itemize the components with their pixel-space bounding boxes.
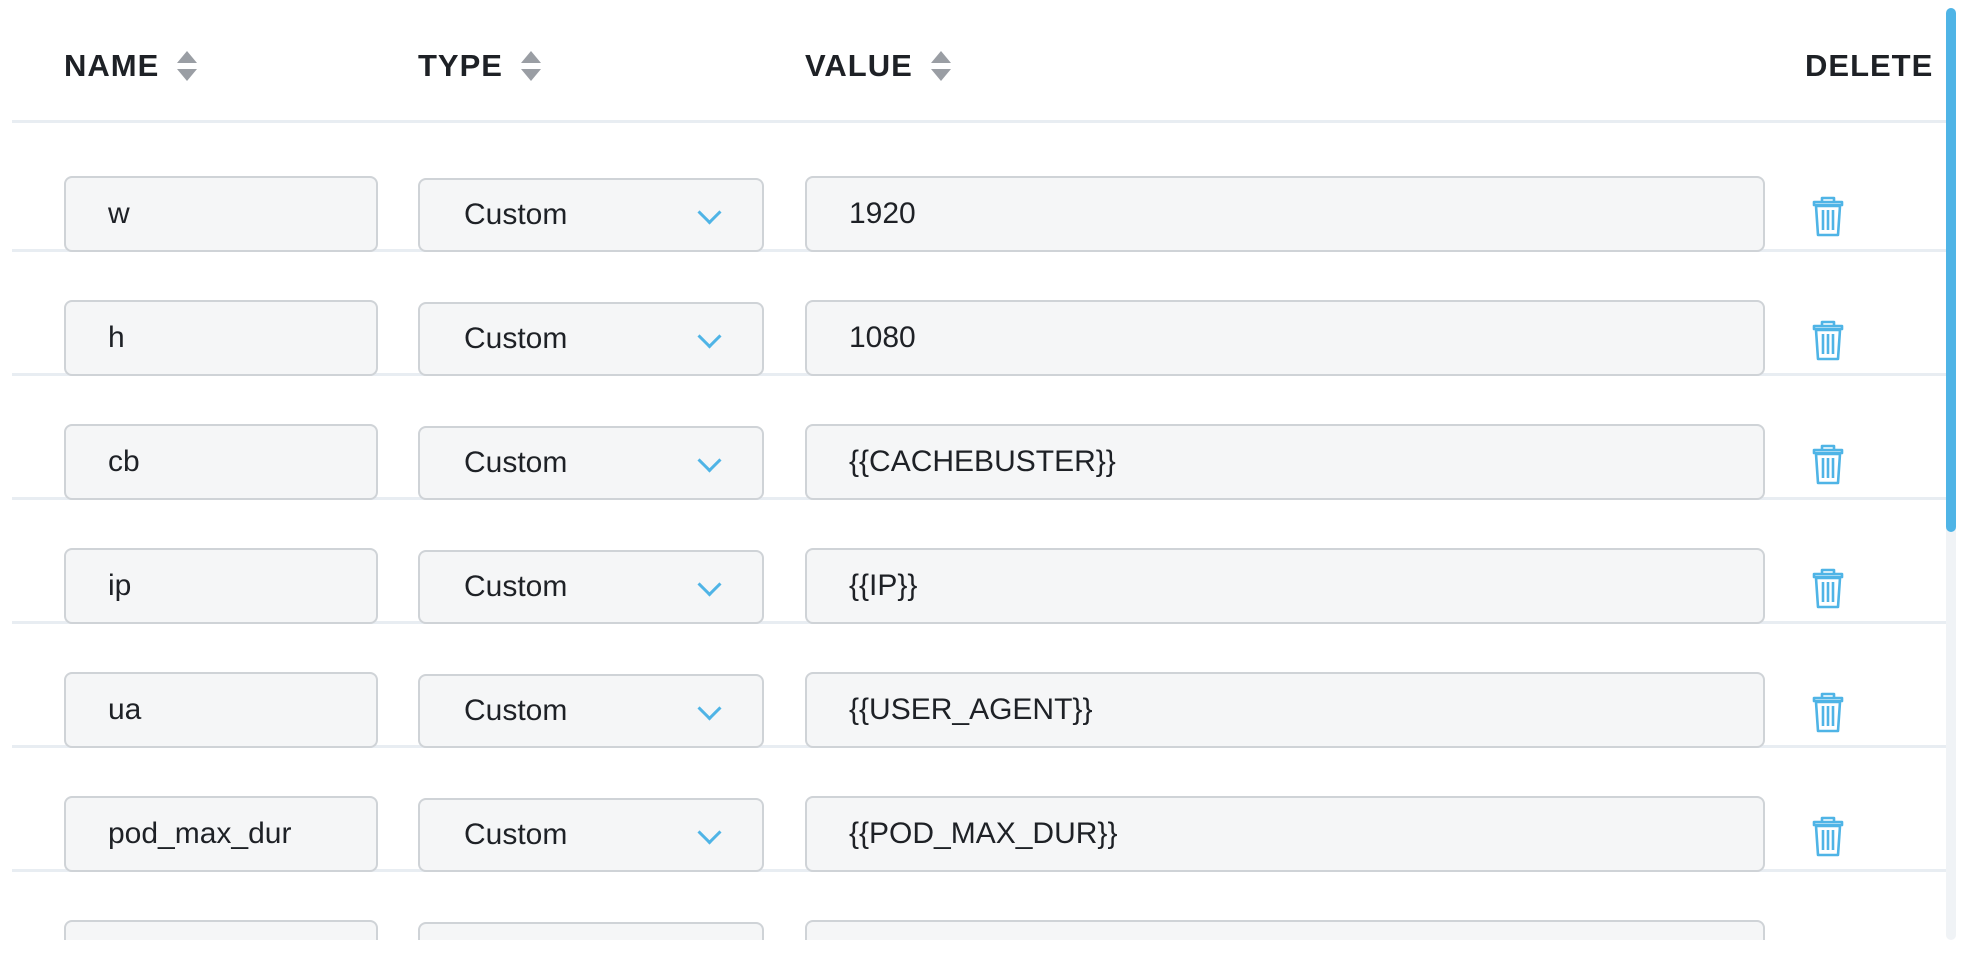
name-input-value: cb: [108, 445, 140, 478]
type-select-value: Custom: [464, 446, 568, 479]
value-input-value: {{POD_MAX_DUR}}: [849, 817, 1118, 850]
table-row: ip Custom {{IP}}: [12, 496, 1950, 624]
column-header-type-label: TYPE: [418, 48, 503, 83]
value-input[interactable]: {{CACHEBUSTER}}: [805, 424, 1765, 500]
column-header-name-label: NAME: [64, 48, 160, 83]
type-select-value: Custom: [464, 198, 568, 231]
vertical-scrollbar[interactable]: [1946, 8, 1956, 940]
value-input[interactable]: {{IP}}: [805, 548, 1765, 624]
value-input[interactable]: {{POD_MAX_DUR}}: [805, 796, 1765, 872]
chevron-down-icon: [697, 448, 722, 473]
table-row: cb Custom {{CACHEBUSTER}}: [12, 372, 1950, 500]
chevron-down-icon: [697, 324, 722, 349]
name-input[interactable]: cb: [64, 424, 378, 500]
trash-icon[interactable]: [1808, 814, 1848, 858]
type-select[interactable]: Custom: [418, 178, 764, 252]
column-header-value-label: VALUE: [805, 48, 913, 83]
table-header: NAME TYPE VALUE DELETE: [12, 0, 1950, 123]
column-header-delete: DELETE: [1805, 46, 1933, 86]
value-input-value: {{CACHEBUSTER}}: [849, 445, 1116, 478]
name-input-value: h: [108, 321, 125, 354]
type-select-value: Custom: [464, 694, 568, 727]
sort-icon[interactable]: [177, 50, 198, 82]
value-input[interactable]: [805, 920, 1765, 940]
column-header-delete-label: DELETE: [1805, 48, 1934, 83]
table-row: ua Custom {{USER_AGENT}}: [12, 620, 1950, 748]
value-input[interactable]: {{USER_AGENT}}: [805, 672, 1765, 748]
sort-icon[interactable]: [930, 50, 951, 82]
variables-table: NAME TYPE VALUE DELETE w Custom 1920 h C…: [0, 0, 1956, 940]
trash-icon[interactable]: [1808, 938, 1848, 940]
value-input-value: {{IP}}: [849, 569, 918, 602]
type-select-value: Custom: [464, 818, 568, 851]
table-row: pod_max_dur Custom {{POD_MAX_DUR}}: [12, 744, 1950, 872]
name-input-value: ua: [108, 693, 142, 726]
type-select[interactable]: Custom: [418, 674, 764, 748]
type-select[interactable]: Custom: [418, 798, 764, 872]
table-row: [12, 868, 1950, 940]
name-input-value: w: [108, 197, 130, 230]
chevron-down-icon: [697, 696, 722, 721]
trash-icon[interactable]: [1808, 318, 1848, 362]
value-input-value: 1080: [849, 321, 916, 354]
value-input-value: {{USER_AGENT}}: [849, 693, 1093, 726]
column-header-name[interactable]: NAME: [64, 46, 198, 86]
scrollbar-thumb[interactable]: [1946, 8, 1956, 532]
column-header-value[interactable]: VALUE: [805, 46, 951, 86]
type-select[interactable]: Custom: [418, 426, 764, 500]
type-select[interactable]: [418, 922, 764, 940]
name-input[interactable]: ip: [64, 548, 378, 624]
name-input-value: pod_max_dur: [108, 817, 292, 850]
name-input[interactable]: pod_max_dur: [64, 796, 378, 872]
value-input-value: 1920: [849, 197, 916, 230]
trash-icon[interactable]: [1808, 194, 1848, 238]
trash-icon[interactable]: [1808, 690, 1848, 734]
trash-icon[interactable]: [1808, 442, 1848, 486]
chevron-down-icon: [697, 820, 722, 845]
name-input[interactable]: w: [64, 176, 378, 252]
sort-icon[interactable]: [520, 50, 541, 82]
type-select[interactable]: Custom: [418, 302, 764, 376]
type-select[interactable]: Custom: [418, 550, 764, 624]
trash-icon[interactable]: [1808, 566, 1848, 610]
table-row: w Custom 1920: [12, 124, 1950, 252]
name-input[interactable]: h: [64, 300, 378, 376]
name-input[interactable]: ua: [64, 672, 378, 748]
name-input-value: ip: [108, 569, 132, 602]
value-input[interactable]: 1080: [805, 300, 1765, 376]
chevron-down-icon: [697, 200, 722, 225]
variables-panel: NAME TYPE VALUE DELETE w Custom 1920 h C…: [0, 0, 1968, 976]
value-input[interactable]: 1920: [805, 176, 1765, 252]
type-select-value: Custom: [464, 570, 568, 603]
name-input[interactable]: [64, 920, 378, 940]
chevron-down-icon: [697, 572, 722, 597]
column-header-type[interactable]: TYPE: [418, 46, 541, 86]
table-row: h Custom 1080: [12, 248, 1950, 376]
type-select-value: Custom: [464, 322, 568, 355]
